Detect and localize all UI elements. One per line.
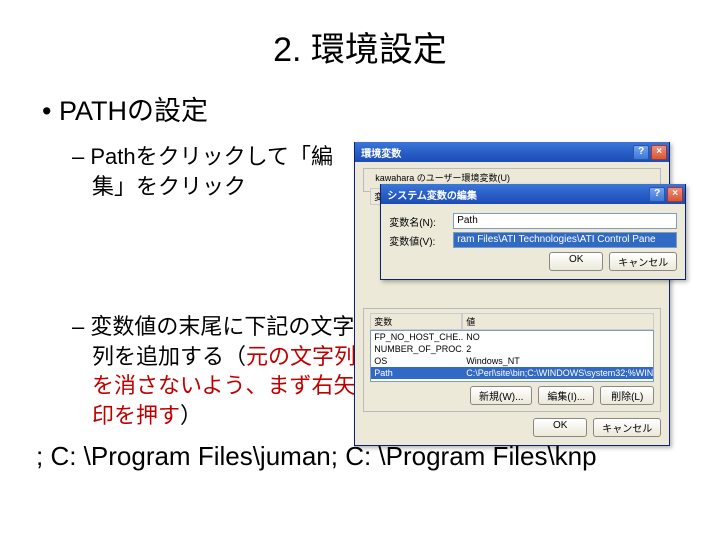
- slide-title: 2. 環境設定: [36, 22, 684, 71]
- edit-button[interactable]: 編集(I)...: [538, 386, 594, 405]
- cancel-button[interactable]: キャンセル: [609, 252, 677, 271]
- cancel-button[interactable]: キャンセル: [593, 418, 661, 437]
- bullet-path-heading-text: PATHの設定: [59, 96, 208, 126]
- cell-var: NUMBER_OF_PROC...: [371, 343, 463, 355]
- cell-val: Windows_NT: [463, 355, 653, 367]
- var-name-label: 変数名(N):: [389, 214, 447, 229]
- table-row[interactable]: OSWindows_NT: [371, 355, 653, 367]
- cell-var: OS: [371, 355, 463, 367]
- system-vars-list[interactable]: FP_NO_HOST_CHE...NO NUMBER_OF_PROC...2 O…: [370, 330, 654, 382]
- env-vars-title: 環境変数: [361, 145, 401, 160]
- help-icon[interactable]: ?: [649, 187, 665, 202]
- var-value-label: 変数値(V):: [389, 233, 447, 248]
- table-row-selected[interactable]: PathC:\Perl\site\bin;C:\WINDOWS\system32…: [371, 367, 653, 379]
- col-header-val-sys[interactable]: 値: [462, 313, 654, 330]
- bullet-step-2-post: ）: [180, 403, 202, 428]
- cell-var: Path: [371, 367, 463, 379]
- cell-var: FP_NO_HOST_CHE...: [371, 331, 463, 343]
- close-icon[interactable]: ×: [667, 187, 683, 202]
- bullet-step-1-text: Pathをクリックして「編集」をクリック: [90, 144, 333, 199]
- close-icon[interactable]: ×: [651, 145, 667, 160]
- cell-val: 2: [463, 343, 653, 355]
- env-vars-titlebar[interactable]: 環境変数 ? ×: [355, 142, 669, 162]
- var-name-input[interactable]: Path: [453, 213, 677, 229]
- cell-val: NO: [463, 331, 653, 343]
- cell-val: .COM;.EXE;.BAT;.CMD;.VBS;.VBE;.JS;.WSF;.…: [463, 379, 653, 382]
- help-icon[interactable]: ?: [633, 145, 649, 160]
- table-row[interactable]: NUMBER_OF_PROC...2: [371, 343, 653, 355]
- var-value-input[interactable]: ram Files\ATI Technologies\ATI Control P…: [453, 232, 677, 248]
- delete-button[interactable]: 削除(L): [600, 386, 654, 405]
- new-button[interactable]: 新規(W)...: [470, 386, 532, 405]
- table-row[interactable]: PATHEXT.COM;.EXE;.BAT;.CMD;.VBS;.VBE;.JS…: [371, 379, 653, 382]
- edit-var-title: システム変数の編集: [387, 187, 477, 202]
- col-header-var-sys[interactable]: 変数: [370, 313, 462, 330]
- bullet-step-2: – 変数値の末尾に下記の文字列を追加する（元の文字列を消さないよう、まず右矢印を…: [72, 312, 372, 431]
- cell-var: PATHEXT: [371, 379, 463, 382]
- edit-var-titlebar[interactable]: システム変数の編集 ? ×: [381, 184, 685, 204]
- user-vars-label: kawahara のユーザー環境変数(U): [372, 171, 513, 184]
- bullet-path-heading: • PATHの設定: [42, 89, 684, 128]
- table-row[interactable]: FP_NO_HOST_CHE...NO: [371, 331, 653, 343]
- system-vars-group: 変数 値 FP_NO_HOST_CHE...NO NUMBER_OF_PROC.…: [363, 308, 661, 412]
- cell-val: C:\Perl\site\bin;C:\WINDOWS\system32;%WI…: [463, 367, 653, 379]
- ok-button[interactable]: OK: [533, 418, 587, 437]
- ok-button[interactable]: OK: [549, 252, 603, 271]
- edit-var-window: システム変数の編集 ? × 変数名(N): Path 変数値(V): ram F…: [380, 184, 686, 280]
- bullet-step-1: – Pathをクリックして「編集」をクリック: [72, 142, 344, 201]
